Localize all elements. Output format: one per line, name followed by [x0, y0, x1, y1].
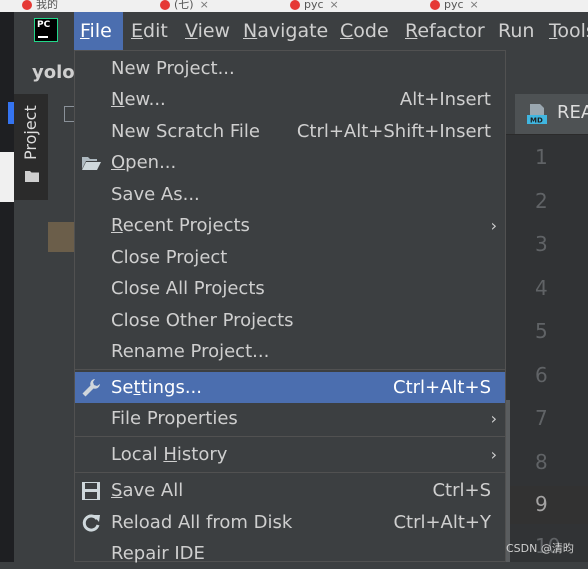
line-number: 4: [535, 276, 548, 300]
tool-window-strip: Project: [14, 94, 49, 562]
csdn-icon: [160, 0, 170, 10]
menu-bar: PC File Edit View Navigate Code Refactor…: [14, 12, 588, 50]
csdn-icon: [22, 0, 32, 10]
line-number: 6: [535, 363, 548, 387]
submenu-arrow-icon: ›: [490, 445, 497, 464]
current-line-highlight: 9: [505, 486, 588, 524]
menu-item-open[interactable]: Open...: [75, 147, 505, 178]
project-tool-tab[interactable]: Project: [14, 94, 48, 200]
menu-item-file-properties[interactable]: File Properties ›: [75, 403, 505, 434]
browser-tab[interactable]: pyc ×: [290, 0, 339, 12]
menu-separator: [75, 436, 505, 437]
menu-separator: [75, 472, 505, 473]
menu-item-rename-project[interactable]: Rename Project...: [75, 336, 505, 367]
menu-item-close-all-projects[interactable]: Close All Projects: [75, 273, 505, 304]
menu-item-close-project[interactable]: Close Project: [75, 242, 505, 273]
close-icon[interactable]: ×: [200, 0, 209, 11]
line-number: 3: [535, 232, 548, 256]
background-window-edge: [0, 12, 14, 562]
project-pane: [48, 94, 74, 562]
menu-refactor[interactable]: Refactor: [399, 12, 491, 50]
close-icon[interactable]: ×: [470, 0, 479, 11]
browser-tab[interactable]: (七) ×: [160, 0, 209, 12]
menu-file[interactable]: File: [74, 12, 123, 50]
shortcut: Ctrl+Alt+Shift+Insert: [296, 121, 491, 142]
reload-icon: [82, 514, 100, 532]
csdn-icon: [290, 0, 300, 10]
menu-item-save-all[interactable]: Save All Ctrl+S: [75, 475, 505, 506]
browser-tab[interactable]: pyc ×: [430, 0, 479, 12]
menu-separator: [75, 369, 505, 370]
menu-item-new-project[interactable]: New Project...: [75, 53, 505, 84]
current-line-number: 9: [535, 492, 548, 516]
submenu-arrow-icon: ›: [490, 409, 497, 428]
shortcut: Ctrl+S: [432, 480, 491, 501]
line-number: 5: [535, 319, 548, 343]
menu-item-settings[interactable]: Settings... Ctrl+Alt+S: [75, 372, 505, 403]
menu-view[interactable]: View: [179, 12, 236, 50]
menu-code[interactable]: Code: [334, 12, 395, 50]
editor-tab-label: REA: [557, 102, 588, 123]
line-number: 1: [535, 145, 548, 169]
pycharm-logo-icon: PC: [34, 18, 58, 42]
menu-item-local-history[interactable]: Local History ›: [75, 439, 505, 470]
svg-text:MD: MD: [530, 117, 543, 125]
line-number: 2: [535, 189, 548, 213]
wrench-icon: [82, 379, 100, 397]
menu-item-close-other-projects[interactable]: Close Other Projects: [75, 305, 505, 336]
menu-run[interactable]: Run: [492, 12, 540, 50]
menu-edit[interactable]: Edit: [125, 12, 174, 50]
shortcut: Ctrl+Alt+S: [393, 377, 491, 398]
background-panel: [0, 152, 14, 202]
project-tab-label: Project: [21, 105, 40, 160]
project-name[interactable]: yolo: [32, 62, 75, 83]
menu-tools[interactable]: Tools: [543, 12, 588, 50]
menu-item-recent-projects[interactable]: Recent Projects ›: [75, 210, 505, 241]
menu-item-new[interactable]: New... Alt+Insert: [75, 84, 505, 115]
line-number: 7: [535, 406, 548, 430]
close-icon[interactable]: ×: [330, 0, 339, 11]
editor-tab-readme[interactable]: MD REA: [515, 94, 588, 134]
markdown-file-icon: MD: [527, 104, 547, 124]
watermark: CSDN @清昀: [506, 542, 574, 555]
save-disk-icon: [82, 482, 100, 500]
submenu-arrow-icon: ›: [490, 216, 497, 235]
menu-navigate[interactable]: Navigate: [237, 12, 334, 50]
folder-icon: [25, 171, 39, 182]
line-number: 8: [535, 450, 548, 474]
file-menu-dropdown: New Project... New... Alt+Insert New Scr…: [74, 50, 506, 564]
panel-icon: [64, 106, 74, 122]
open-folder-icon: [82, 157, 101, 170]
menu-item-new-scratch-file[interactable]: New Scratch File Ctrl+Alt+Shift+Insert: [75, 116, 505, 147]
shortcut: Alt+Insert: [399, 89, 491, 110]
menu-item-reload-all-from-disk[interactable]: Reload All from Disk Ctrl+Alt+Y: [75, 507, 505, 538]
browser-tab[interactable]: 我的: [22, 0, 58, 12]
csdn-icon: [430, 0, 440, 10]
editor-tab-bar: MD REA: [505, 94, 588, 135]
selected-tree-row[interactable]: [48, 222, 74, 252]
browser-tab-strip: 我的 (七) × pyc × pyc ×: [0, 0, 588, 12]
menu-item-repair-ide[interactable]: Repair IDE: [75, 538, 505, 569]
shortcut: Ctrl+Alt+Y: [393, 512, 491, 533]
menu-item-save-as[interactable]: Save As...: [75, 179, 505, 210]
